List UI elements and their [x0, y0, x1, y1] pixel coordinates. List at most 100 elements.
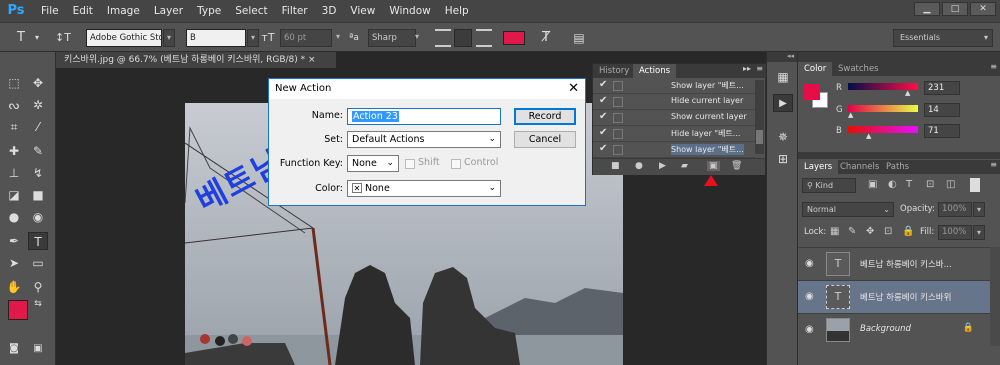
swap-colors-icon[interactable]: ⇆ — [32, 298, 44, 310]
history-panel-icon[interactable]: ▦ — [773, 68, 793, 86]
eye-icon[interactable]: ◉ — [805, 324, 814, 335]
align-left-icon[interactable] — [435, 29, 451, 47]
action-check-icon[interactable]: ✔ — [599, 79, 607, 90]
filter-toggle-icon[interactable] — [970, 178, 980, 192]
dialog-toggle-box[interactable] — [613, 145, 623, 155]
text-orientation-icon[interactable]: ↕T — [52, 29, 74, 47]
function-key-select[interactable]: None ⌄ — [347, 155, 399, 172]
slider-handle-icon[interactable]: ▲ — [905, 89, 910, 97]
panel-collapse-icon[interactable]: ▸▸ — [743, 64, 751, 73]
menu-type[interactable]: Type — [190, 0, 228, 22]
lock-transparency-icon[interactable]: ▦ — [830, 226, 839, 237]
r-value-field[interactable]: 231 — [924, 81, 960, 95]
lock-artboard-icon[interactable]: ⊡ — [884, 226, 892, 237]
hand-tool-icon[interactable]: ✋ — [4, 278, 24, 296]
strip-collapse-icon[interactable]: ◂◂ — [767, 52, 797, 62]
path-selection-tool-icon[interactable]: ➤ — [4, 254, 24, 272]
color-select[interactable]: ✕ None ⌄ — [347, 180, 501, 197]
gradient-tool-icon[interactable]: ■ — [28, 186, 48, 204]
type-tool-icon[interactable]: T — [12, 29, 30, 47]
fill-field[interactable]: 100% — [938, 225, 972, 240]
panel-menu-icon[interactable]: ≡ — [990, 160, 997, 169]
action-check-icon[interactable]: ✔ — [599, 95, 607, 106]
g-slider[interactable] — [848, 105, 918, 112]
font-size-dropdown-icon[interactable]: ▾ — [333, 29, 343, 47]
action-check-icon[interactable]: ✔ — [599, 127, 607, 138]
tab-color[interactable]: Color — [798, 62, 833, 76]
lasso-tool-icon[interactable]: ᔓ — [4, 96, 24, 114]
filter-adjustment-icon[interactable]: ◐ — [888, 179, 897, 190]
crop-tool-icon[interactable]: ⌗ — [4, 118, 24, 136]
menu-help[interactable]: Help — [438, 0, 476, 22]
b-slider[interactable] — [848, 126, 918, 133]
warp-text-icon[interactable]: Ⱦ — [537, 29, 555, 47]
foreground-color-swatch[interactable] — [8, 300, 28, 320]
antialias-field[interactable]: Sharp — [368, 29, 416, 47]
filter-pixel-icon[interactable]: ▣ — [868, 179, 877, 190]
clone-stamp-tool-icon[interactable]: ⊥ — [4, 164, 24, 182]
antialias-dropdown-icon[interactable]: ▾ — [413, 29, 421, 47]
eyedropper-tool-icon[interactable]: ⁄ — [28, 118, 48, 136]
panel-menu-icon[interactable]: ≡ — [756, 64, 763, 73]
scrollbar-thumb[interactable] — [756, 130, 763, 144]
lock-pixels-icon[interactable]: ✎ — [848, 226, 856, 237]
magic-wand-tool-icon[interactable]: ✲ — [28, 96, 48, 114]
menu-filter[interactable]: Filter — [275, 0, 315, 22]
tab-swatches[interactable]: Swatches — [832, 62, 885, 76]
screen-mode-icon[interactable]: ▣ — [28, 340, 48, 358]
dodge-tool-icon[interactable]: ◉ — [28, 208, 48, 226]
healing-brush-tool-icon[interactable]: ✚ — [4, 142, 24, 160]
layer-row[interactable]: ◉ Background 🔒 — [798, 313, 1000, 346]
pen-tool-icon[interactable]: ✒ — [4, 232, 24, 250]
tab-history[interactable]: History — [593, 64, 635, 78]
b-value-field[interactable]: 71 — [924, 124, 960, 138]
actions-panel-icon[interactable]: ▶ — [773, 94, 793, 112]
brush-tool-icon[interactable]: ✎ — [28, 142, 48, 160]
properties-panel-icon[interactable]: ✵ — [773, 128, 793, 146]
filter-shape-icon[interactable]: ⊡ — [926, 179, 934, 190]
g-value-field[interactable]: 14 — [924, 103, 960, 117]
panel-menu-icon[interactable]: ≡ — [990, 62, 997, 71]
opacity-field[interactable]: 100% — [938, 202, 972, 217]
stop-icon[interactable]: ■ — [611, 161, 620, 171]
tab-channels[interactable]: Channels — [834, 160, 885, 174]
rectangle-tool-icon[interactable]: ▭ — [28, 254, 48, 272]
layers-scrollbar[interactable] — [990, 247, 1000, 346]
record-button[interactable]: Record — [514, 108, 576, 125]
history-brush-tool-icon[interactable]: ↯ — [28, 164, 48, 182]
font-style-field[interactable]: B — [186, 29, 246, 47]
layer-filter-dropdown[interactable]: ⚲ Kind — [802, 178, 856, 193]
cancel-button[interactable]: Cancel — [514, 131, 576, 148]
document-close-icon[interactable]: × — [308, 55, 316, 65]
type-tool-icon[interactable]: T — [28, 232, 48, 250]
slider-handle-icon[interactable]: ▲ — [848, 111, 853, 119]
text-color-swatch[interactable] — [503, 31, 525, 45]
delete-icon[interactable]: 🗑 — [731, 161, 742, 171]
layer-row[interactable]: ◉ T 베트남 하롱베이 키스바... — [798, 247, 1000, 280]
font-family-dropdown-icon[interactable]: ▾ — [163, 29, 175, 47]
eye-icon[interactable]: ◉ — [805, 291, 814, 302]
menu-image[interactable]: Image — [100, 0, 147, 22]
blend-mode-dropdown[interactable]: Normal ⌄ — [802, 202, 894, 217]
tab-actions[interactable]: Actions — [633, 64, 677, 78]
dialog-toggle-box[interactable] — [613, 97, 623, 107]
dialog-toggle-box[interactable] — [613, 81, 623, 91]
eraser-tool-icon[interactable]: ◪ — [4, 186, 24, 204]
filter-smart-object-icon[interactable]: ◫ — [946, 179, 955, 190]
action-check-icon[interactable]: ✔ — [599, 143, 607, 154]
dialog-toggle-box[interactable] — [613, 129, 623, 139]
character-panel-icon[interactable]: ▤ — [570, 29, 588, 47]
action-row-selected[interactable]: ✔ Show layer "베트... — [593, 142, 755, 158]
font-size-field[interactable]: 60 pt — [280, 29, 332, 47]
opacity-dropdown-icon[interactable]: ▾ — [973, 202, 985, 217]
move-tool-icon[interactable]: ✥ — [28, 74, 48, 92]
slider-handle-icon[interactable]: ▲ — [866, 132, 871, 140]
lock-all-icon[interactable]: 🔒 — [902, 226, 914, 237]
align-center-icon[interactable] — [454, 29, 472, 47]
action-name-input[interactable]: Action 23 — [347, 108, 501, 125]
blur-tool-icon[interactable]: ● — [4, 208, 24, 226]
lock-position-icon[interactable]: ✥ — [866, 226, 874, 237]
menu-3d[interactable]: 3D — [315, 0, 344, 22]
action-check-icon[interactable]: ✔ — [599, 111, 607, 122]
new-set-folder-icon[interactable]: ▰ — [681, 161, 688, 171]
